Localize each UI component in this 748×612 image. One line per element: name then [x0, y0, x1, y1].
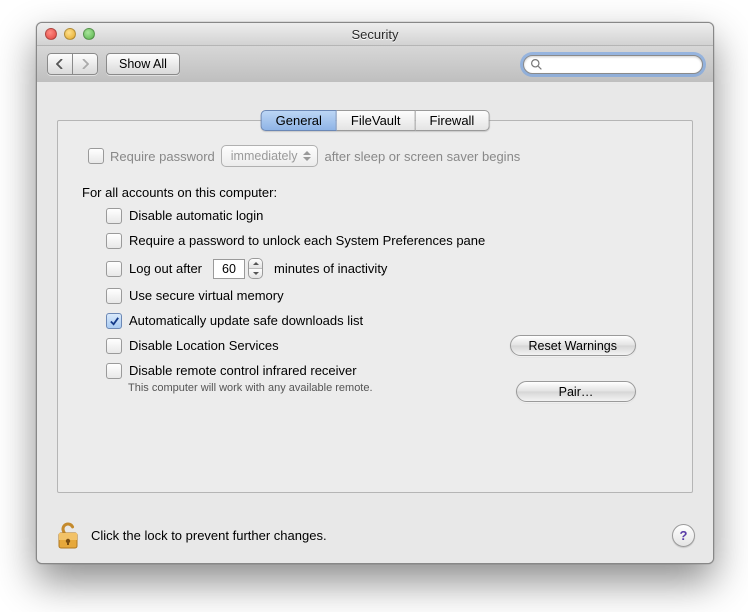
window-title: Security — [37, 27, 713, 42]
pair-button[interactable]: Pair… — [516, 381, 636, 402]
nav-back-button[interactable] — [47, 53, 72, 75]
help-button[interactable]: ? — [672, 524, 695, 547]
tab-bar: General FileVault Firewall — [261, 110, 490, 131]
secure-vm-row: Use secure virtual memory — [106, 288, 668, 304]
log-out-minutes-field — [213, 258, 263, 279]
disable-auto-login-checkbox[interactable] — [106, 208, 122, 224]
options-group: Disable automatic login Require a passwo… — [106, 208, 668, 395]
log-out-minutes-step-up[interactable] — [249, 259, 262, 268]
minimize-window-button[interactable] — [64, 28, 76, 40]
disable-ir-row: Disable remote control infrared receiver… — [106, 363, 668, 395]
zoom-window-button[interactable] — [83, 28, 95, 40]
settings-panel: Require password immediately after sleep… — [57, 120, 693, 493]
safe-downloads-label: Automatically update safe downloads list — [129, 313, 363, 328]
require-password-row: Require password immediately after sleep… — [88, 145, 668, 167]
search-input[interactable] — [523, 55, 703, 74]
window: Security Show All — [36, 22, 714, 564]
require-password-checkbox[interactable] — [88, 148, 104, 164]
tab-firewall[interactable]: Firewall — [416, 110, 490, 131]
log-out-label-after: minutes of inactivity — [274, 261, 387, 276]
log-out-checkbox[interactable] — [106, 261, 122, 277]
disable-ir-checkbox[interactable] — [106, 363, 122, 379]
safe-downloads-checkbox[interactable] — [106, 313, 122, 329]
require-pw-prefs-row: Require a password to unlock each System… — [106, 233, 668, 249]
require-password-label: Require password — [110, 149, 215, 164]
chevron-right-icon — [81, 59, 89, 69]
reset-warnings-button[interactable]: Reset Warnings — [510, 335, 636, 356]
disable-ir-label: Disable remote control infrared receiver — [129, 363, 357, 378]
footer: Click the lock to prevent further change… — [37, 508, 713, 563]
disable-ir-hint: This computer will work with any availab… — [128, 381, 388, 395]
show-all-button[interactable]: Show All — [106, 53, 180, 75]
nav-forward-button[interactable] — [72, 53, 98, 75]
content-area: General FileVault Firewall Require passw… — [37, 82, 713, 563]
require-pw-prefs-label: Require a password to unlock each System… — [129, 233, 485, 248]
nav-back-forward — [47, 53, 98, 75]
require-pw-prefs-checkbox[interactable] — [106, 233, 122, 249]
traffic-lights — [45, 28, 95, 40]
tab-filevault[interactable]: FileVault — [337, 110, 416, 131]
checkmark-icon — [109, 316, 120, 327]
secure-vm-checkbox[interactable] — [106, 288, 122, 304]
search-icon — [530, 58, 543, 71]
search-field-wrap — [523, 55, 703, 74]
require-password-delay-select[interactable]: immediately — [221, 145, 319, 167]
disable-auto-login-row: Disable automatic login — [106, 208, 668, 224]
disable-location-row: Disable Location Services Reset Warnings — [106, 338, 668, 354]
log-out-row: Log out after minutes of inactivity — [106, 258, 668, 279]
tab-general[interactable]: General — [261, 110, 337, 131]
log-out-minutes-input[interactable] — [213, 259, 245, 279]
select-arrows-icon — [301, 148, 313, 164]
chevron-left-icon — [56, 59, 64, 69]
disable-location-checkbox[interactable] — [106, 338, 122, 354]
require-password-delay-value: immediately — [231, 149, 298, 163]
toolbar: Show All — [37, 46, 713, 83]
secure-vm-label: Use secure virtual memory — [129, 288, 284, 303]
titlebar: Security — [37, 23, 713, 46]
log-out-minutes-stepper — [248, 258, 263, 279]
section-label: For all accounts on this computer: — [82, 185, 668, 200]
safe-downloads-row: Automatically update safe downloads list — [106, 313, 668, 329]
lock-icon[interactable] — [55, 521, 81, 551]
disable-auto-login-label: Disable automatic login — [129, 208, 263, 223]
close-window-button[interactable] — [45, 28, 57, 40]
require-password-label-after: after sleep or screen saver begins — [324, 149, 520, 164]
disable-location-label: Disable Location Services — [129, 338, 279, 353]
log-out-label-before: Log out after — [129, 261, 202, 276]
log-out-minutes-step-down[interactable] — [249, 268, 262, 278]
lock-text: Click the lock to prevent further change… — [91, 528, 327, 543]
